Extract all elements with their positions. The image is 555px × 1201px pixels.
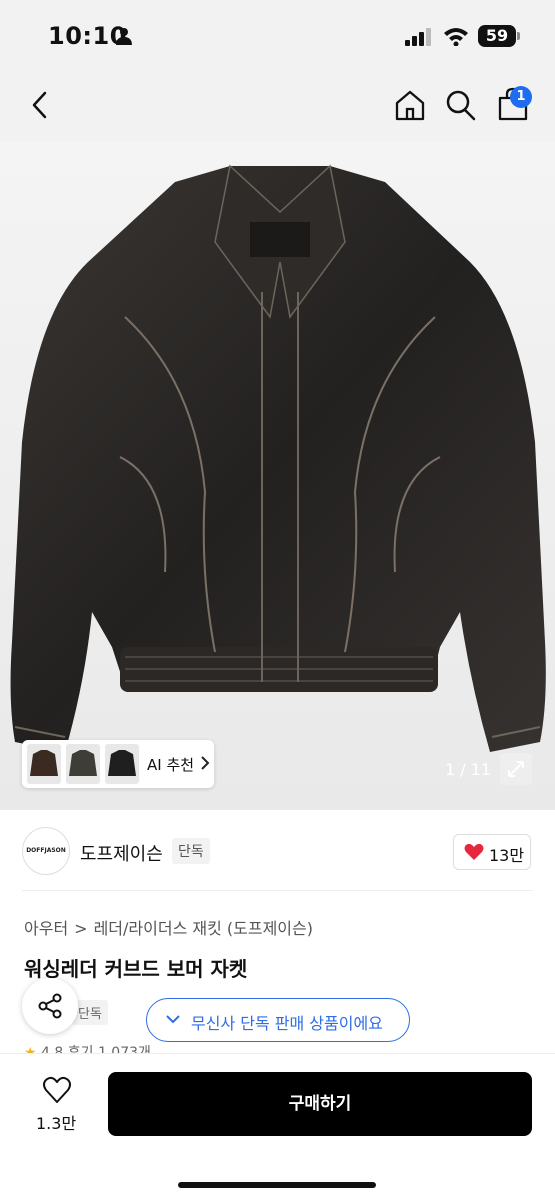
home-indicator xyxy=(178,1182,376,1188)
breadcrumb-item[interactable]: 아우터 xyxy=(24,919,68,938)
divider xyxy=(22,890,533,891)
chevron-right-icon xyxy=(201,756,210,770)
thumbnail-3[interactable] xyxy=(105,744,139,784)
wifi-icon xyxy=(444,28,468,46)
thumbnail-1[interactable] xyxy=(27,744,61,784)
buy-button[interactable]: 구매하기 xyxy=(108,1072,532,1136)
breadcrumb-item[interactable]: 레더/라이더스 재킷 (도프제이슨) xyxy=(94,919,313,938)
exclusive-notice-pill[interactable]: 무신사 단독 판매 상품이에요 xyxy=(146,998,410,1042)
product-image[interactable] xyxy=(0,142,555,810)
heart-icon xyxy=(464,843,484,860)
image-counter: 1 / 11 xyxy=(445,760,492,779)
top-nav: 1 xyxy=(0,70,555,142)
wishlist-heart-icon[interactable] xyxy=(42,1076,72,1104)
home-icon[interactable] xyxy=(393,88,427,122)
breadcrumb: 아우터 > 레더/라이더스 재킷 (도프제이슨) xyxy=(24,915,313,939)
cart-badge: 1 xyxy=(510,86,532,108)
brand-logo[interactable]: DOFFJASON xyxy=(22,827,70,875)
battery-tip xyxy=(517,32,520,40)
brand-like-count: 13만 xyxy=(489,846,525,865)
status-bar: 10:10 59 xyxy=(0,0,555,70)
chevron-down-icon xyxy=(166,1015,180,1024)
brand-like-button[interactable]: 13만 xyxy=(453,834,531,870)
ai-recommend-strip[interactable]: AI 추천 xyxy=(22,740,214,788)
brand-exclusive-badge: 단독 xyxy=(172,838,210,864)
wishlist-count: 1.3만 xyxy=(36,1114,77,1133)
expand-button[interactable] xyxy=(500,753,532,785)
back-icon[interactable] xyxy=(26,88,54,122)
product-title: 워싱레더 커브드 보머 자켓 xyxy=(24,957,248,981)
jacket-image xyxy=(10,164,546,752)
ai-recommend-label: AI 추천 xyxy=(147,756,195,774)
person-icon xyxy=(116,28,132,45)
share-button[interactable] xyxy=(22,978,78,1034)
brand-name[interactable]: 도프제이슨 xyxy=(80,840,163,866)
bottom-bar: 1.3만 구매하기 xyxy=(0,1053,555,1201)
share-icon xyxy=(38,993,62,1019)
exclusive-notice-label: 무신사 단독 판매 상품이에요 xyxy=(191,1014,383,1033)
brand-row: DOFFJASON 도프제이슨 단독 13만 xyxy=(0,810,555,890)
battery-indicator: 59 xyxy=(478,25,516,47)
breadcrumb-separator: > xyxy=(74,919,88,938)
expand-icon xyxy=(508,761,524,777)
signal-icon xyxy=(405,28,431,46)
search-icon[interactable] xyxy=(445,88,477,122)
thumbnail-2[interactable] xyxy=(66,744,100,784)
